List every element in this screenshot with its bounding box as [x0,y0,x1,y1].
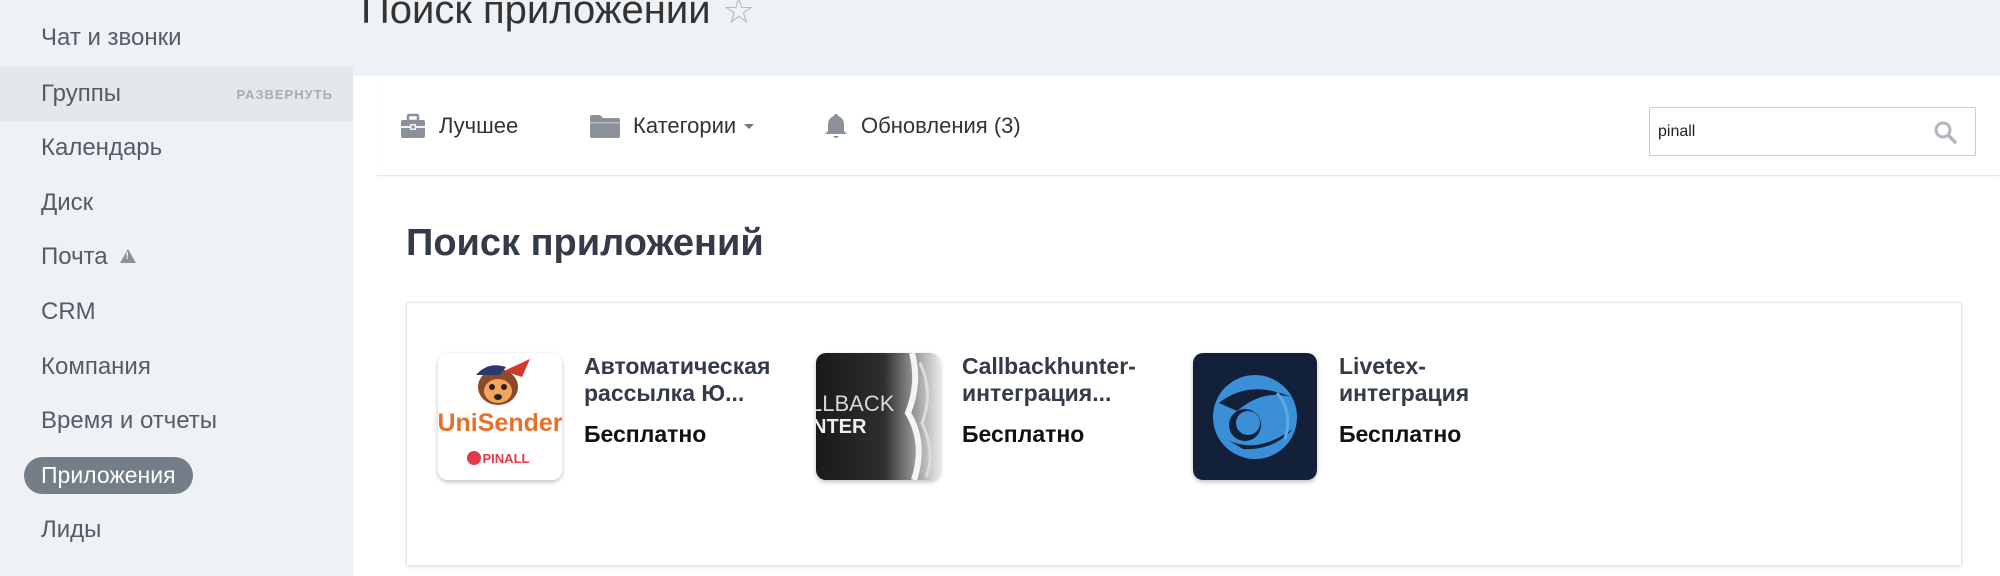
app-icon-livetex[interactable] [1193,353,1317,480]
search-input[interactable] [1658,118,1928,146]
unisender-logo-icon: UniSender PINALL [438,353,562,480]
sidebar-item-label: Лиды [41,516,102,543]
sidebar: Чат и звонки Группы РАЗВЕРНУТЬ Календарь… [0,0,353,576]
sidebar-item-label: Компания [41,353,151,380]
livetex-logo-icon [1193,353,1317,480]
svg-text:UniSender: UniSender [438,409,562,437]
sidebar-item-label: Приложения [41,462,176,488]
results-card: UniSender PINALL Автоматическая рассылка… [406,302,1962,566]
app-tile[interactable]: Livetex-интеграция Бесплатно [1193,353,1549,480]
app-icon-unisender[interactable]: UniSender PINALL [438,353,562,480]
briefcase-icon [401,113,425,138]
section-title: Поиск приложений [406,222,764,264]
chevron-down-icon [744,123,755,129]
tab-categories-label: Категории [633,113,737,138]
sidebar-item-label: Почта [41,243,108,270]
app-name[interactable]: Livetex-интеграция [1339,353,1549,407]
search-icon[interactable] [1933,120,1957,144]
app-price: Бесплатно [584,421,707,447]
sidebar-item-label: Группы [41,80,121,107]
sidebar-item-groups[interactable]: Группы РАЗВЕРНУТЬ [0,67,353,121]
sidebar-item-disk[interactable]: Диск [0,176,353,230]
folder-icon [590,115,620,138]
app-icon-callbackhunter[interactable]: LLBACK NTER [816,353,940,480]
sidebar-item-calendar[interactable]: Календарь [0,121,353,175]
tab-best[interactable]: Лучшее [399,76,518,176]
sidebar-item-time-reports[interactable]: Время и отчеты [0,394,353,448]
sidebar-item-apps[interactable]: Приложения [24,457,193,494]
sidebar-item-label: Чат и звонки [41,24,182,51]
svg-text:LLBACK: LLBACK [816,391,895,416]
page-title: Поиск приложений ☆ [361,0,755,33]
tab-categories[interactable]: Категории [589,76,755,176]
tab-updates-label: Обновления (3) [861,113,1021,138]
tab-best-label: Лучшее [439,113,519,138]
warning-icon [119,249,136,263]
svg-text:PINALL: PINALL [483,451,530,466]
sidebar-item-chat[interactable]: Чат и звонки [0,11,353,65]
search-field[interactable] [1649,107,1976,156]
app-name[interactable]: Callbackhunter-интеграция... [962,353,1172,407]
callbackhunter-logo-icon: LLBACK NTER [816,353,940,480]
sidebar-item-leads[interactable]: Лиды [0,503,353,557]
app-name[interactable]: Автоматическая рассылка Ю... [584,353,794,407]
app-info: Автоматическая рассылка Ю... Бесплатно [584,353,794,480]
tab-updates[interactable]: Обновления (3) [823,76,1021,176]
bell-icon [825,114,847,138]
app-price: Бесплатно [962,421,1085,447]
page-title-text: Поиск приложений [361,0,711,32]
sidebar-item-label: Календарь [41,134,163,161]
sidebar-item-label: Время и отчеты [41,407,218,434]
app-tile[interactable]: LLBACK NTER Callbackhunter-интеграция...… [816,353,1172,480]
expand-link[interactable]: РАЗВЕРНУТЬ [236,87,333,102]
app-info: Livetex-интеграция Бесплатно [1339,353,1549,480]
sidebar-item-mail[interactable]: Почта [0,230,353,284]
sidebar-item-label: CRM [41,298,96,325]
app-tile[interactable]: UniSender PINALL Автоматическая рассылка… [438,353,794,480]
sidebar-item-company[interactable]: Компания [0,340,353,394]
app-price: Бесплатно [1339,421,1462,447]
sidebar-item-crm[interactable]: CRM [0,285,353,339]
star-icon[interactable]: ☆ [723,0,755,32]
svg-text:NTER: NTER [816,416,867,438]
app-info: Callbackhunter-интеграция... Бесплатно [962,353,1172,480]
sidebar-item-label: Диск [41,189,94,216]
